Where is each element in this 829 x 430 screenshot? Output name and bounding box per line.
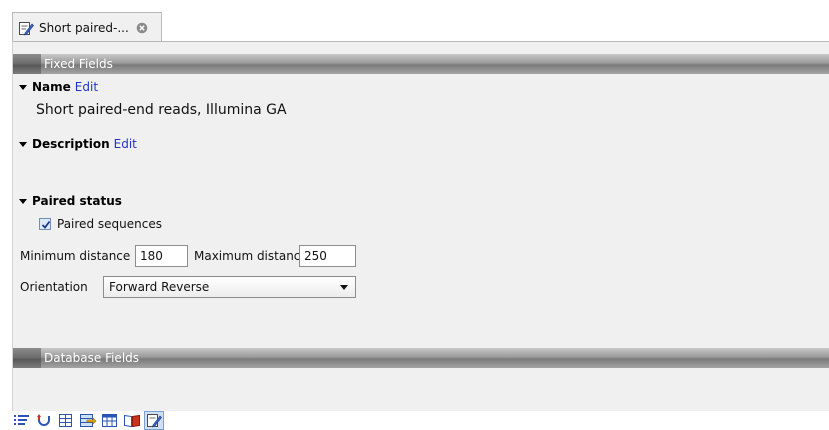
- editor-window: Short paired-... Fixed Fields Name Edit …: [0, 0, 829, 430]
- document-tab[interactable]: Short paired-...: [12, 12, 162, 42]
- name-value: Short paired-end reads, Illumina GA: [36, 102, 287, 118]
- orientation-label: Orientation: [20, 280, 88, 294]
- collapse-triangle-icon[interactable]: [19, 84, 27, 90]
- table-grid-icon[interactable]: [57, 412, 75, 429]
- paired-sequences-checkbox[interactable]: [39, 218, 51, 230]
- checkmark-icon: [41, 220, 51, 229]
- bullet-list-icon[interactable]: [13, 412, 31, 429]
- name-edit-link[interactable]: Edit: [75, 80, 98, 94]
- paired-status-heading-label: Paired status: [32, 194, 122, 208]
- element-info-panel: Fixed Fields Name Edit Short paired-end …: [12, 41, 829, 411]
- maximum-distance-input[interactable]: [299, 245, 356, 267]
- orientation-select[interactable]: Forward Reverse: [103, 276, 356, 298]
- orientation-value: Forward Reverse: [109, 280, 210, 294]
- description-heading[interactable]: Description Edit: [19, 137, 137, 151]
- collapse-triangle-icon[interactable]: [19, 141, 27, 147]
- paired-status-heading[interactable]: Paired status: [19, 194, 122, 208]
- name-heading-label: Name: [32, 80, 71, 94]
- collapse-triangle-icon[interactable]: [19, 198, 27, 204]
- database-fields-title: Database Fields: [44, 351, 140, 365]
- spreadsheet-icon[interactable]: [101, 412, 119, 429]
- name-heading[interactable]: Name Edit: [19, 80, 98, 94]
- fixed-fields-title: Fixed Fields: [44, 57, 113, 71]
- edit-element-icon[interactable]: [144, 411, 164, 430]
- minimum-distance-input[interactable]: [135, 245, 188, 267]
- description-edit-link[interactable]: Edit: [114, 137, 137, 151]
- book-icon[interactable]: [123, 412, 141, 429]
- close-circle-icon[interactable]: [136, 22, 148, 34]
- paired-sequences-label: Paired sequences: [57, 217, 162, 231]
- maximum-distance-label: Maximum distance: [194, 249, 308, 263]
- export-icon[interactable]: [79, 412, 97, 429]
- fixed-fields-header: Fixed Fields: [13, 54, 829, 74]
- minimum-distance-label: Minimum distance: [20, 249, 131, 263]
- database-fields-header: Database Fields: [13, 348, 829, 368]
- view-toolbar: [0, 411, 829, 430]
- paired-sequences-checkbox-row[interactable]: Paired sequences: [39, 217, 162, 231]
- sequence-list-edit-icon: [19, 21, 34, 35]
- description-heading-label: Description: [32, 137, 110, 151]
- sort-icon[interactable]: [35, 412, 53, 429]
- chevron-down-icon[interactable]: [340, 284, 348, 290]
- tab-label: Short paired-...: [39, 20, 129, 35]
